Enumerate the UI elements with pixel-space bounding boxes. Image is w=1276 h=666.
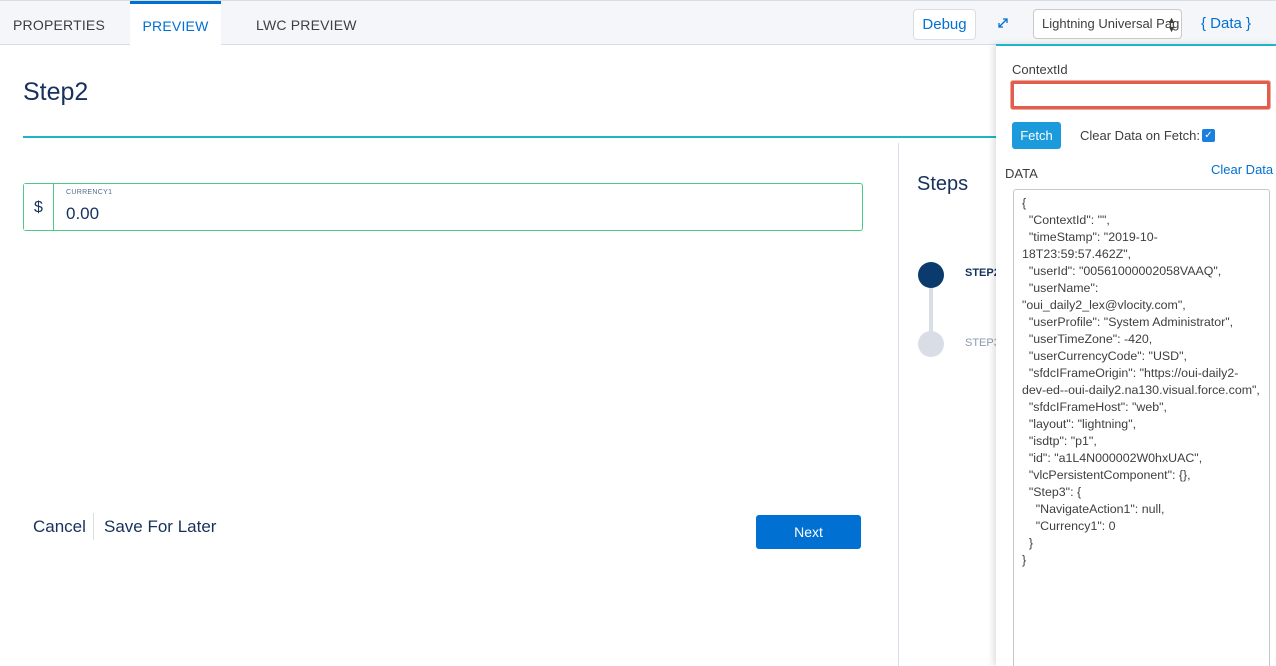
layout-select-value: Lightning Universal Pag	[1042, 16, 1180, 31]
data-label: DATA	[1005, 166, 1038, 181]
data-panel: ContextId Fetch Clear Data on Fetch: ✓ D…	[996, 44, 1276, 666]
clear-on-fetch-checkbox[interactable]: ✓	[1202, 129, 1215, 142]
save-for-later-link[interactable]: Save For Later	[104, 517, 216, 537]
tab-preview[interactable]: PREVIEW	[130, 1, 221, 45]
context-id-field	[1011, 81, 1270, 109]
link-divider	[93, 513, 94, 540]
step-label-step3[interactable]: STEP3	[965, 337, 1000, 349]
page-title: Step2	[23, 78, 89, 106]
steps-divider	[898, 143, 899, 666]
tab-lwc-preview[interactable]: LWC PREVIEW	[256, 1, 357, 45]
steps-title: Steps	[917, 173, 969, 195]
context-id-input[interactable]	[1014, 84, 1267, 106]
title-divider	[23, 136, 998, 138]
step-label-step2[interactable]: STEP2	[965, 267, 1000, 279]
data-json-textarea[interactable]: { "ContextId": "", "timeStamp": "2019-10…	[1013, 189, 1270, 666]
fetch-button[interactable]: Fetch	[1012, 122, 1061, 149]
currency-input[interactable]	[66, 204, 846, 224]
debug-button[interactable]: Debug	[913, 9, 976, 40]
cancel-link[interactable]: Cancel	[33, 517, 86, 537]
data-panel-toggle[interactable]: { Data }	[1201, 15, 1251, 32]
select-arrows-icon: ▲ ▼	[1167, 15, 1176, 34]
clear-data-link[interactable]: Clear Data	[1211, 162, 1273, 177]
next-button[interactable]: Next	[756, 515, 861, 549]
layout-select[interactable]: Lightning Universal Pag ▲ ▼	[1033, 9, 1182, 39]
currency-field-label: CURRENCY1	[66, 189, 113, 196]
clear-on-fetch-label: Clear Data on Fetch:	[1080, 128, 1200, 143]
step-indicator-active[interactable]	[918, 262, 944, 288]
currency-field: $ CURRENCY1	[23, 183, 863, 231]
context-id-label: ContextId	[1012, 62, 1068, 77]
check-icon: ✓	[1204, 130, 1213, 141]
step-indicator-inactive[interactable]	[918, 331, 944, 357]
currency-prefix: $	[24, 184, 54, 230]
expand-icon[interactable]	[996, 16, 1010, 30]
tab-properties[interactable]: PROPERTIES	[13, 1, 105, 45]
top-tab-bar: PROPERTIES PREVIEW LWC PREVIEW Debug Lig…	[0, 0, 1276, 45]
